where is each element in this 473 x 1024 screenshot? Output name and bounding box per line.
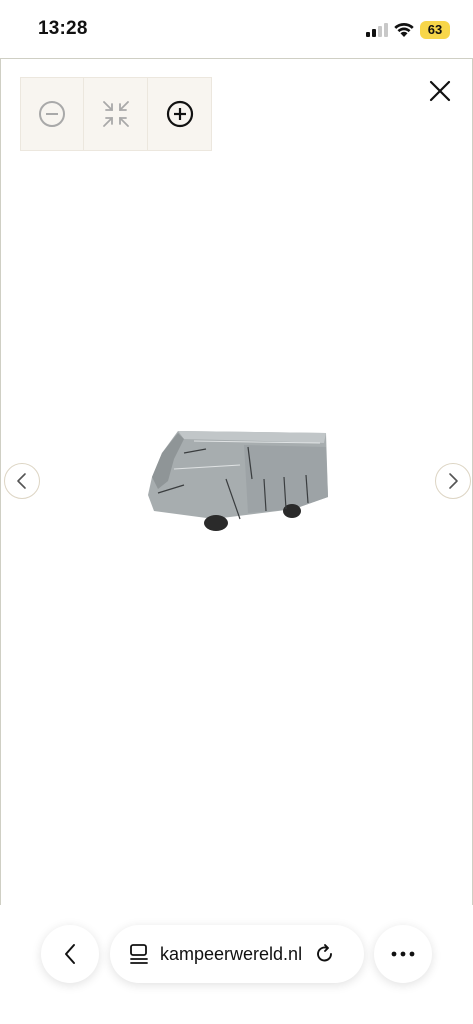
zoom-in-button[interactable] — [148, 77, 212, 151]
image-viewer — [0, 58, 473, 906]
more-icon — [391, 951, 415, 957]
cellular-signal-icon — [366, 23, 388, 37]
product-image — [148, 431, 328, 531]
status-time: 13:28 — [38, 18, 88, 39]
chevron-left-icon — [65, 944, 75, 964]
minus-circle-icon — [39, 101, 65, 127]
collapse-arrows-icon — [102, 101, 129, 127]
battery-level: 63 — [427, 22, 443, 37]
chevron-left-icon — [17, 473, 26, 489]
url-text: kampeerwereld.nl — [160, 943, 303, 964]
chevron-right-icon — [449, 473, 458, 489]
reload-icon[interactable] — [314, 943, 336, 965]
browser-back-button[interactable] — [41, 925, 99, 983]
battery-indicator: 63 — [420, 21, 450, 39]
close-button[interactable] — [426, 77, 454, 105]
reader-icon[interactable] — [128, 943, 150, 965]
zoom-out-button[interactable] — [20, 77, 84, 151]
close-icon — [429, 80, 451, 102]
fit-screen-button[interactable] — [84, 77, 148, 151]
zoom-toolbar — [20, 77, 212, 151]
wifi-icon — [394, 23, 414, 37]
previous-image-button[interactable] — [4, 463, 40, 499]
address-bar[interactable]: kampeerwereld.nl — [110, 925, 364, 983]
status-bar: 13:28 63 — [0, 0, 473, 58]
more-options-button[interactable] — [374, 925, 432, 983]
plus-circle-icon — [166, 100, 193, 128]
next-image-button[interactable] — [435, 463, 471, 499]
